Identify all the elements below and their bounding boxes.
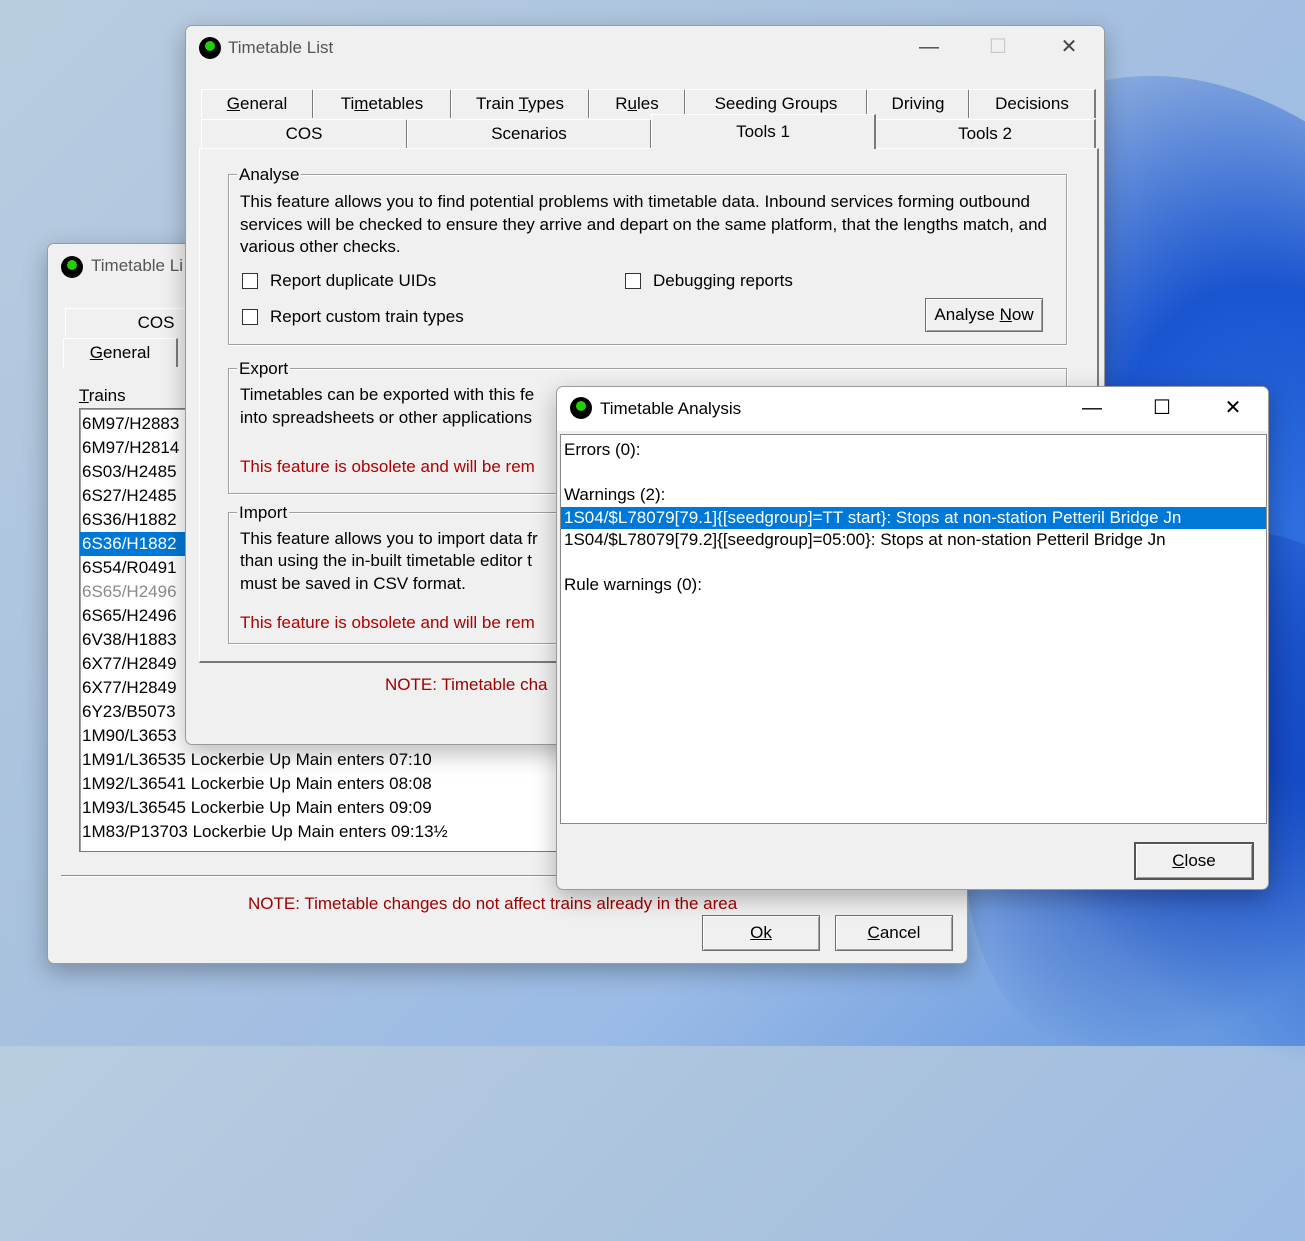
checkbox-box	[242, 273, 258, 289]
tab-decisions[interactable]: Decisions	[969, 89, 1096, 118]
analysis-result-line[interactable]: 1S04/$L78079[79.1]{[seedgroup]=TT start}…	[561, 506, 1266, 529]
tab-driving[interactable]: Driving	[867, 89, 970, 118]
analysis-result-line[interactable]: 1S04/$L78079[79.2]{[seedgroup]=05:00}: S…	[561, 529, 1266, 552]
app-icon	[61, 256, 83, 278]
report-duplicate-uids-checkbox[interactable]: Report duplicate UIDs	[242, 271, 436, 291]
tab-general[interactable]: General	[201, 89, 314, 118]
train-list-item[interactable]: 1M92/L36541 Lockerbie Up Main enters 08:…	[80, 772, 600, 796]
import-legend: Import	[237, 503, 290, 523]
import-obsolete-warning: This feature is obsolete and will be rem	[240, 613, 535, 632]
maximize-button[interactable]: ☐	[1140, 393, 1184, 423]
export-legend: Export	[237, 359, 291, 379]
back-window-title: Timetable Li	[91, 256, 183, 275]
train-list-item[interactable]: 1M93/L36545 Lockerbie Up Main enters 09:…	[80, 796, 600, 820]
timetable-analysis-window: Timetable Analysis — ☐ ✕ Errors (0): Warn…	[556, 386, 1269, 890]
export-line-1: Timetables can be exported with this fe	[240, 385, 535, 404]
analysis-results-list[interactable]: Errors (0): Warnings (2): 1S04/$L78079[79.…	[560, 434, 1267, 824]
tab-tools-1[interactable]: Tools 1	[651, 114, 876, 149]
analyse-group: Analyse This feature allows you to find …	[228, 165, 1067, 345]
close-button[interactable]: Close	[1134, 842, 1254, 880]
back-tab-general[interactable]: General	[63, 338, 178, 367]
app-icon	[570, 397, 592, 419]
trains-label: Trains	[79, 386, 126, 405]
import-line-2: than using the in-built timetable editor…	[240, 551, 533, 570]
tab-scenarios[interactable]: Scenarios	[407, 119, 652, 148]
analysis-titlebar[interactable]: Timetable Analysis — ☐ ✕	[557, 387, 1268, 431]
app-icon	[199, 37, 221, 59]
analysis-window-title: Timetable Analysis	[600, 399, 742, 418]
debugging-reports-checkbox[interactable]: Debugging reports	[625, 271, 793, 291]
analyse-legend: Analyse	[237, 165, 302, 185]
checkbox-box	[242, 309, 258, 325]
tab-tools-2[interactable]: Tools 2	[875, 119, 1096, 148]
analysis-result-line[interactable]	[561, 462, 1266, 485]
minimize-button[interactable]: —	[1070, 393, 1114, 423]
cancel-button[interactable]: Cancel	[835, 915, 953, 951]
close-window-button[interactable]: ✕	[1047, 32, 1091, 62]
close-window-button[interactable]: ✕	[1211, 393, 1255, 423]
analysis-result-line[interactable]: Errors (0):	[561, 439, 1266, 462]
export-line-2: into spreadsheets or other applications	[240, 408, 533, 427]
tab-train-types[interactable]: Train Types	[451, 89, 590, 118]
import-line-1: This feature allows you to import data f…	[240, 529, 538, 548]
analyse-now-button[interactable]: Analyse Now	[925, 298, 1043, 332]
ok-button[interactable]: Ok	[702, 915, 820, 951]
analysis-result-line[interactable]: Rule warnings (0):	[561, 574, 1266, 597]
main-window-title: Timetable List	[228, 38, 334, 57]
checkbox-box	[625, 273, 641, 289]
main-note: NOTE: Timetable cha	[385, 675, 548, 694]
analysis-result-line[interactable]: Warnings (2):	[561, 484, 1266, 507]
back-tab-general-label: G	[89, 343, 103, 362]
report-custom-train-types-checkbox[interactable]: Report custom train types	[242, 307, 470, 327]
maximize-button[interactable]: ☐	[976, 32, 1020, 62]
main-titlebar[interactable]: Timetable List — ☐ ✕	[186, 26, 1104, 70]
minimize-button[interactable]: —	[907, 32, 951, 62]
back-note: NOTE: Timetable changes do not affect tr…	[248, 894, 738, 913]
tab-cos[interactable]: COS	[201, 119, 408, 148]
import-line-3: must be saved in CSV format.	[240, 574, 466, 593]
analysis-result-line[interactable]	[561, 552, 1266, 575]
analyse-description: This feature allows you to find potentia…	[240, 192, 1047, 256]
export-obsolete-warning: This feature is obsolete and will be rem	[240, 457, 535, 476]
train-list-item[interactable]: 1M83/P13703 Lockerbie Up Main enters 09:…	[80, 820, 600, 844]
tab-timetables[interactable]: Timetables	[313, 89, 452, 118]
train-list-item[interactable]: 1M91/L36535 Lockerbie Up Main enters 07:…	[80, 748, 600, 772]
